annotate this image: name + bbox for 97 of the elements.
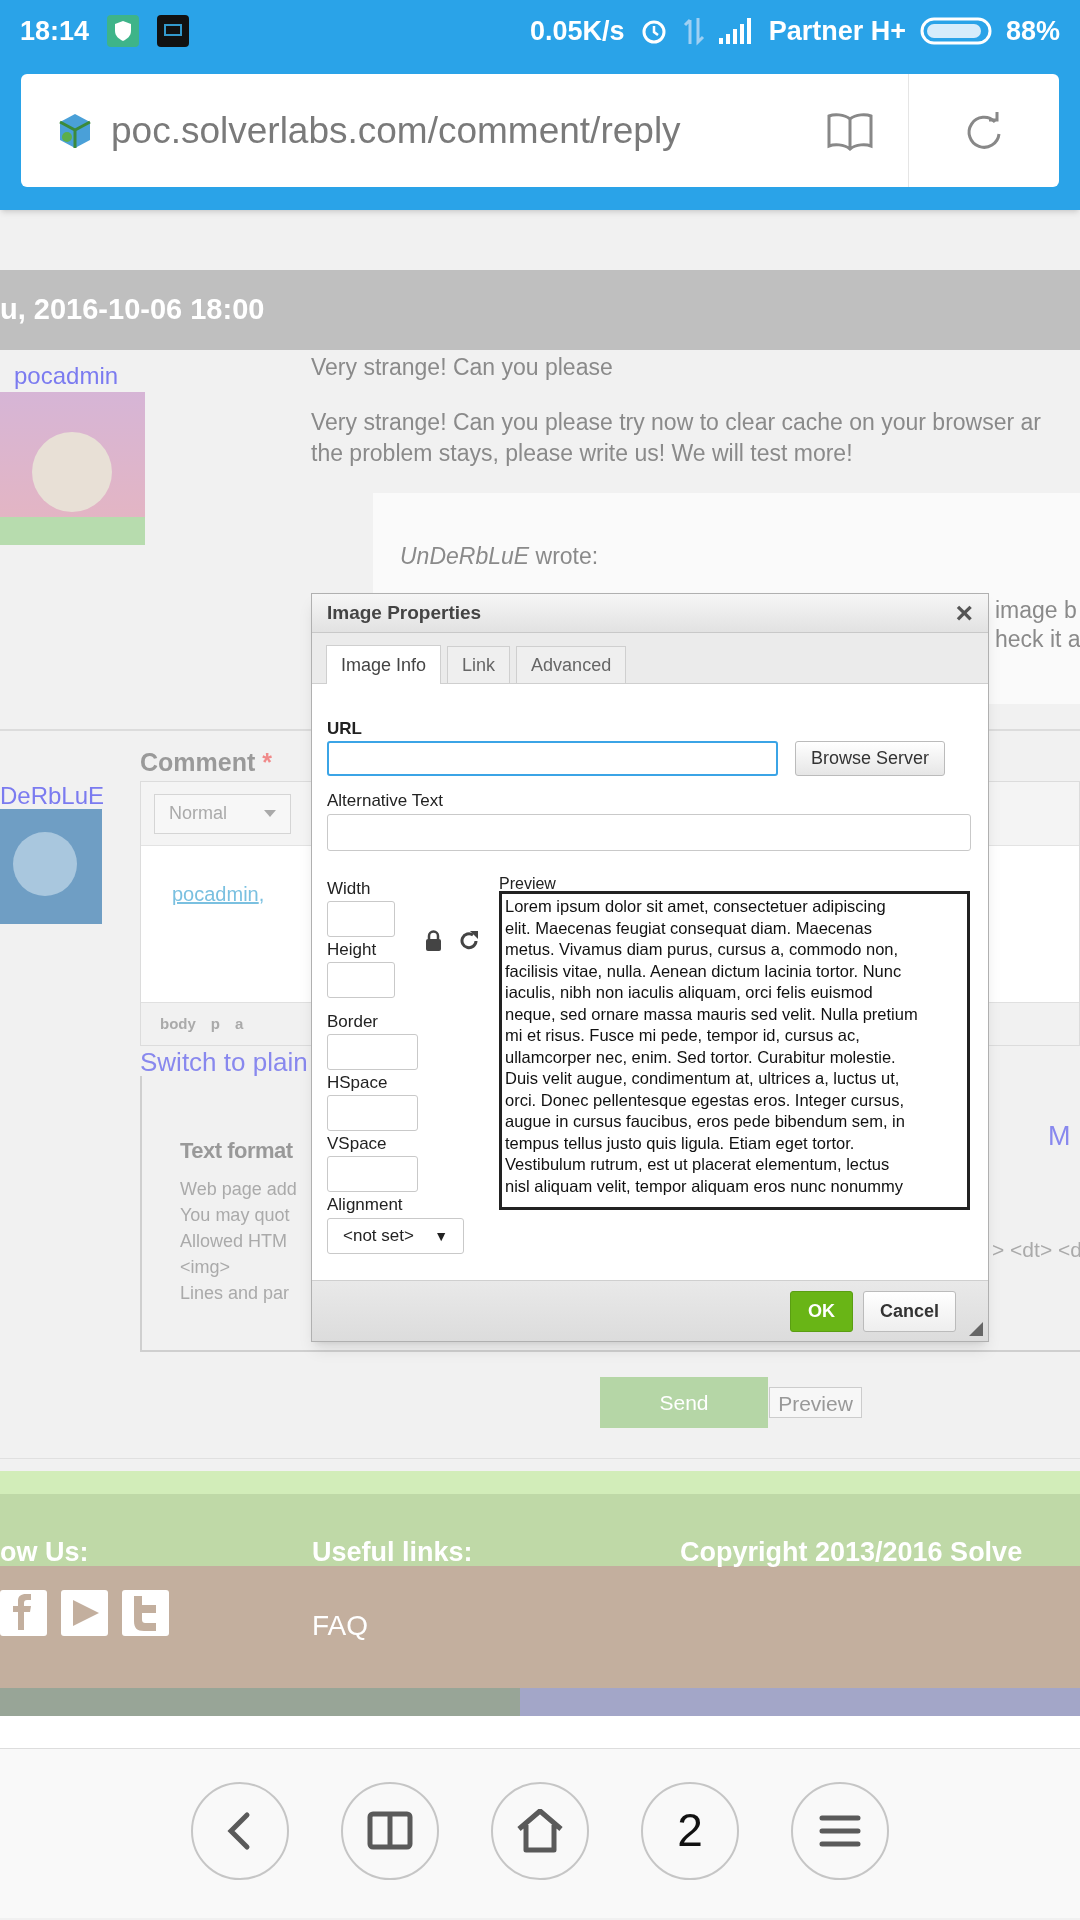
alt-text-label: Alternative Text — [327, 790, 444, 812]
element-path-item[interactable]: body — [160, 1012, 196, 1036]
dimension-input[interactable] — [327, 962, 395, 998]
preview-button[interactable]: Preview — [769, 1387, 862, 1418]
lock-icon[interactable] — [425, 929, 442, 951]
preview-text-line: iaculis, nibh non iaculis aliquam, orci felis euismod — [505, 982, 873, 1003]
more-link[interactable]: M — [1048, 1116, 1071, 1157]
format-tip-line: Web page add — [180, 1178, 297, 1201]
spacing-input[interactable] — [327, 1156, 418, 1192]
preview-text-line: Lorem ipsum dolor sit amet, consectetuer adipiscing — [505, 896, 886, 917]
footer-heading: Useful links: — [312, 1536, 473, 1569]
shield-icon — [107, 15, 140, 47]
url-input[interactable] — [327, 741, 778, 776]
spacing-label: HSpace — [327, 1073, 389, 1093]
footer-heading: ow Us: — [0, 1536, 89, 1569]
comment-text-line: the problem stays, please write us! We will test more! — [311, 439, 854, 468]
reset-size-icon[interactable] — [460, 929, 480, 951]
tabs-button[interactable]: 2 — [641, 1781, 739, 1880]
comment-date: u, 2016-10-06 18:00 — [0, 292, 265, 328]
send-button[interactable]: Send — [600, 1377, 768, 1428]
preview-label: Preview — [499, 876, 556, 892]
back-button[interactable] — [191, 1781, 289, 1880]
spacing-input[interactable] — [327, 1095, 418, 1131]
home-button[interactable] — [491, 1781, 589, 1880]
cancel-button[interactable]: Cancel — [863, 1290, 956, 1332]
spacing-input[interactable] — [327, 1034, 418, 1070]
data-arrows-icon — [682, 16, 705, 46]
network-speed: 0.05K/s — [530, 14, 625, 48]
caret-icon — [264, 810, 276, 817]
resize-grip-icon[interactable] — [969, 1322, 983, 1336]
preview-text-line: facilisis vitae, nulla. Aenean dictum lacinia tortor. Nunc — [505, 960, 902, 982]
address-bar[interactable]: poc.solverlabs.com/comment/reply — [21, 74, 1059, 187]
quote-text-fragment: heck it a — [995, 625, 1080, 654]
quote-text-fragment: image b — [995, 596, 1078, 625]
preview-text-line: mi et risus. Fusce mi pede, tempor id, cursus ac, — [505, 1025, 860, 1046]
spacing-label: Border — [327, 1012, 380, 1032]
quote-author-line: UnDeRbLuE wrote: — [400, 542, 599, 571]
preview-text-line: metus. Vivamus diam purus, cursus a, commodo non, — [505, 939, 899, 960]
author-link[interactable]: DeRbLuE — [0, 783, 105, 809]
preview-text-line: elit. Maecenas feugiat consequat diam. Maecenas — [505, 917, 872, 939]
element-path-item[interactable]: a — [235, 1012, 244, 1036]
menu-icon — [819, 1813, 861, 1848]
alignment-label: Alignment — [327, 1195, 404, 1215]
element-path-item[interactable]: p — [210, 1012, 220, 1036]
carrier-name: Partner H+ — [768, 14, 906, 48]
clock-time: 18:14 — [20, 14, 90, 48]
url-text: poc.solverlabs.com/comment/reply — [111, 108, 681, 153]
book-icon — [367, 1810, 413, 1851]
comment-label: Comment — [140, 748, 256, 776]
preview-text-line: augue in cursus faucibus, eros pede bibendum sem, in — [505, 1111, 905, 1132]
preview-text-line: nisl aliquam velit, tempor aliquam eros nunc nonummy — [505, 1175, 903, 1197]
preview-text-line: ullamcorper nec, enim. Sed tortor. Curabitur molestie. — [505, 1046, 896, 1068]
close-button[interactable]: × — [955, 598, 973, 628]
dialog-tab[interactable]: Image Info — [326, 645, 442, 684]
dialog-tab[interactable]: Advanced — [516, 646, 627, 683]
spacing-label: VSpace — [327, 1134, 388, 1154]
alt-text-input[interactable] — [327, 814, 971, 851]
home-icon — [516, 1808, 564, 1853]
switch-editor-link[interactable]: Switch to plain — [140, 1047, 308, 1077]
facebook-icon[interactable] — [0, 1590, 47, 1636]
battery-icon — [919, 16, 992, 46]
text-format-title: Text format — [180, 1137, 293, 1165]
comment-text-line: Very strange! Can you please try now to clear cache on your browser ar — [311, 408, 1041, 437]
required-mark: * — [262, 748, 272, 776]
footer-link[interactable]: FAQ — [312, 1604, 473, 1647]
dialog-title: Image Properties — [327, 600, 482, 625]
menu-button[interactable] — [791, 1781, 889, 1880]
battery-percent: 88% — [1005, 14, 1060, 48]
preview-text-line: orci. Donec pellentesque egestas eros. Integer cursus, — [505, 1089, 904, 1111]
preview-text-line: Duis velit augue, condimentum at, ultrices a, luctus ut, — [505, 1068, 900, 1089]
clock-app-icon — [157, 15, 190, 47]
format-tip-line: Lines and par — [180, 1282, 290, 1305]
book-icon[interactable] — [826, 110, 874, 151]
url-label: URL — [327, 719, 363, 739]
format-dropdown[interactable]: Normal — [154, 793, 291, 834]
dimension-label: Height — [327, 940, 378, 960]
footer-heading: Copyright 2013/2016 Solve — [680, 1536, 1023, 1569]
preview-text-line: neque, sed ornare massa mauris sed velit. Nulla pretium — [505, 1003, 918, 1025]
browse-server-button[interactable]: Browse Server — [795, 741, 945, 776]
format-tip-line: Allowed HTM — [180, 1230, 288, 1253]
punctuation-mark: , — [258, 883, 265, 905]
author-link[interactable]: pocadmin — [14, 362, 119, 389]
comment-title: Very strange! Can you please — [311, 353, 614, 382]
alignment-select[interactable]: <not set> ▼ — [327, 1218, 464, 1254]
twitter-icon[interactable] — [122, 1590, 169, 1636]
dimension-label: Width — [327, 879, 372, 899]
play-icon[interactable] — [61, 1590, 108, 1636]
dialog-tab[interactable]: Link — [447, 646, 511, 683]
preview-text-line: tempus tellus justo quis ligula. Etiam eget tortor. — [505, 1132, 855, 1154]
format-tip-line: You may quot — [180, 1204, 290, 1227]
bookmarks-button[interactable] — [341, 1781, 439, 1880]
dimension-input[interactable] — [327, 901, 395, 937]
preview-text-line: Vestibulum rutrum, est ut placerat elementum, lectus — [505, 1154, 890, 1175]
ok-button[interactable]: OK — [790, 1290, 853, 1332]
format-tip-line: <img> — [180, 1256, 231, 1279]
mention-link[interactable]: pocadmin — [172, 883, 259, 905]
allowed-tags-fragment: > <dt> <d — [992, 1237, 1080, 1263]
